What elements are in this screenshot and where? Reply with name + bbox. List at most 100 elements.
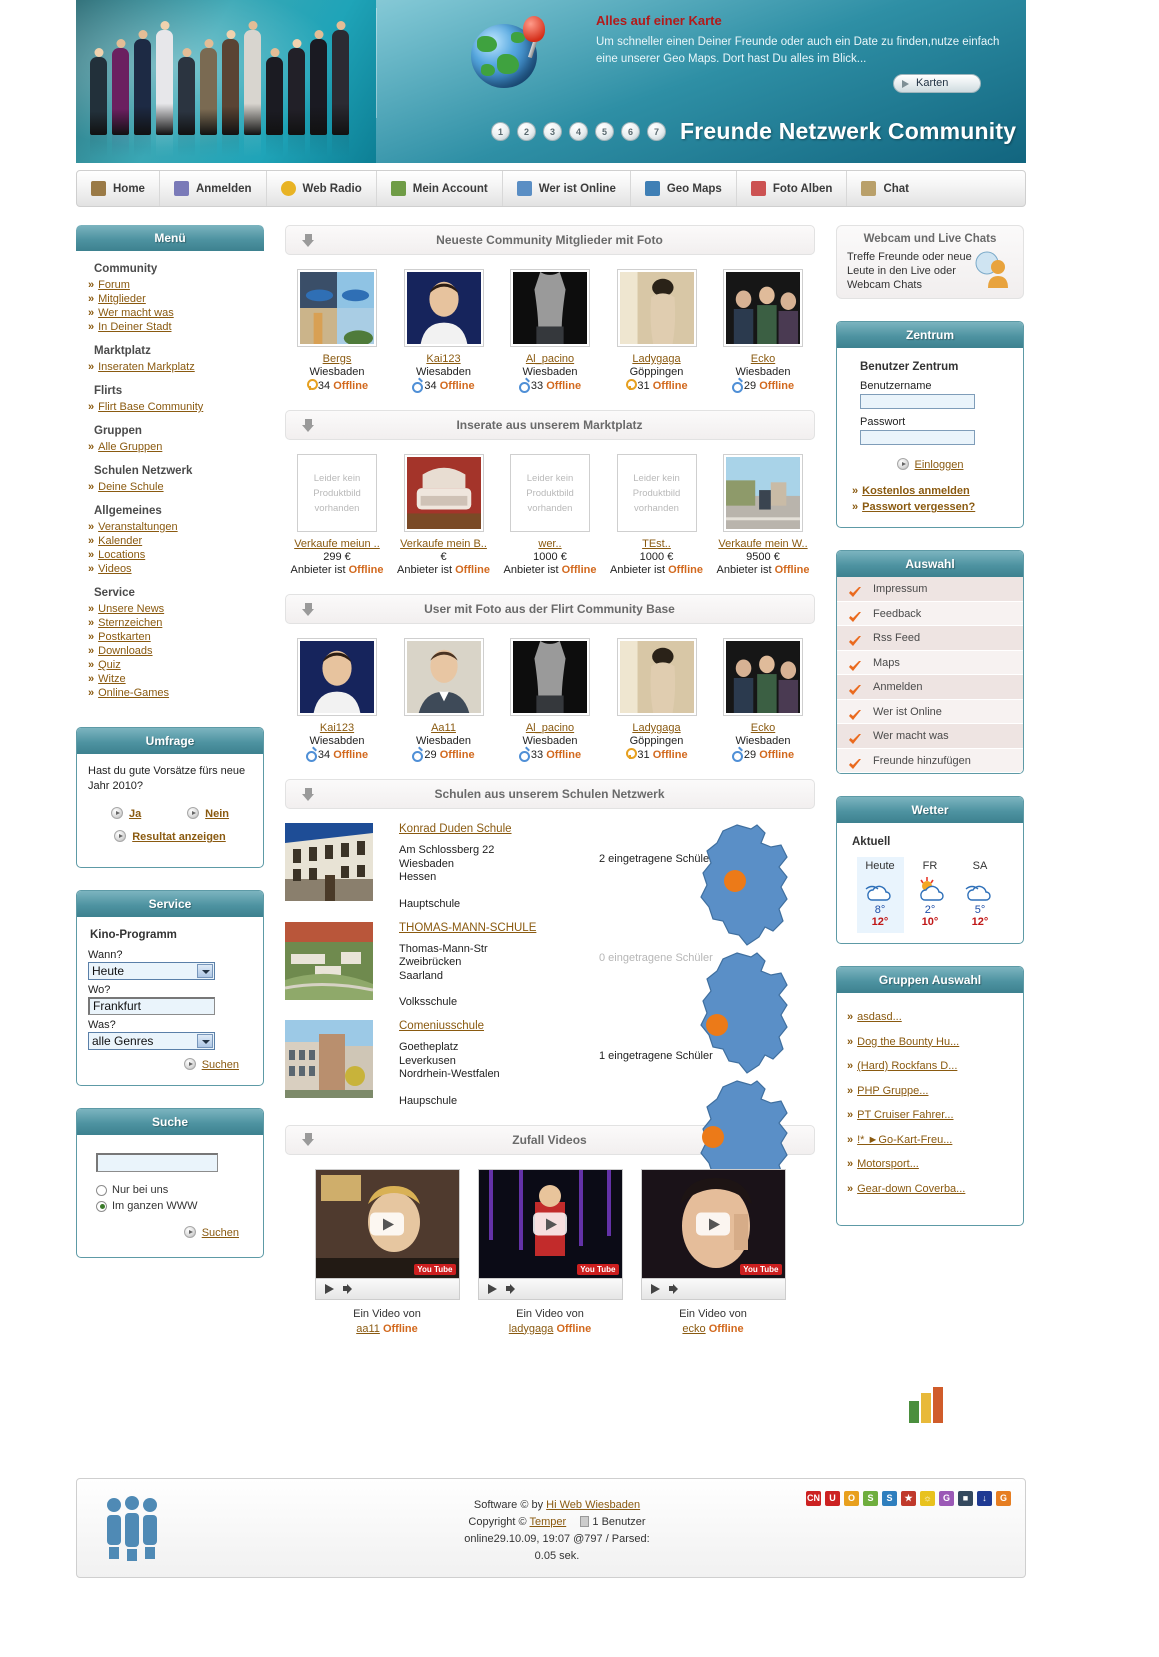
menu-item-link[interactable]: Inseraten Markplatz	[98, 361, 195, 373]
menu-item[interactable]: » Kalender	[88, 535, 260, 547]
bookmark-icon-8[interactable]: ■	[958, 1491, 973, 1506]
video-card[interactable]: You Tube Ein Video von ecko Offline	[640, 1168, 786, 1337]
service-what-select[interactable]: alle Genres	[88, 1032, 215, 1050]
member-name-link[interactable]: Aa11	[431, 722, 456, 734]
menu-item-link[interactable]: Unsere News	[98, 603, 164, 615]
bookmark-icon-6[interactable]: ☼	[920, 1491, 935, 1506]
page-dots[interactable]: 1234567	[491, 122, 673, 141]
member-card[interactable]: Al_pacino Wiesbaden 33 Offline	[500, 269, 600, 393]
market-card[interactable]: Leider kein Produktbild vorhanden TEst.. 1…	[607, 454, 707, 576]
auswahl-item[interactable]: Impressum	[837, 577, 1023, 602]
member-photo[interactable]	[510, 269, 590, 347]
menu-item-link[interactable]: Postkarten	[98, 631, 151, 643]
video-card[interactable]: You Tube Ein Video von aa11 Offline	[314, 1168, 460, 1337]
member-name-link[interactable]: Kai123	[426, 353, 460, 365]
menu-item-link[interactable]: Sternzeichen	[98, 617, 162, 629]
menu-item[interactable]: » Wer macht was	[88, 307, 260, 319]
play-button-icon[interactable]	[696, 1212, 730, 1235]
market-card[interactable]: Leider kein Produktbild vorhanden Verkauf…	[287, 454, 387, 576]
member-name[interactable]: Al_pacino	[500, 353, 600, 365]
suche-search-link[interactable]: Suchen	[202, 1227, 239, 1239]
member-card[interactable]: Bergs Wiesbaden 34 Offline	[287, 269, 387, 392]
member-name-link[interactable]: Ecko	[751, 722, 775, 734]
market-photo[interactable]	[403, 454, 484, 532]
umfrage-yes[interactable]: Ja	[110, 807, 141, 820]
footer-software-link[interactable]: Hi Web Wiesbaden	[546, 1499, 640, 1511]
video-user-link[interactable]: ladygaga	[509, 1323, 554, 1335]
umfrage-no-link[interactable]: Nein	[205, 808, 229, 820]
collapse-arrow-icon[interactable]	[302, 1133, 315, 1146]
auswahl-item[interactable]: Feedback	[837, 601, 1023, 626]
bookmark-icon-10[interactable]: G	[996, 1491, 1011, 1506]
register-link[interactable]: Kostenlos anmelden	[862, 485, 970, 497]
gruppen-item[interactable]: » Gear-down Coverba...	[847, 1183, 1019, 1195]
member-card[interactable]: Kai123 Wiesabden 34 Offline	[287, 638, 387, 762]
section-header-flirt[interactable]: User mit Foto aus der Flirt Community Ba…	[285, 594, 815, 624]
gruppen-item-link[interactable]: Dog the Bounty Hu...	[857, 1036, 959, 1048]
nav-item-foto-alben[interactable]: Foto Alben	[737, 171, 848, 206]
member-name[interactable]: Kai123	[287, 722, 387, 734]
video-controls[interactable]	[477, 1278, 623, 1300]
menu-item[interactable]: » Witze	[88, 673, 260, 685]
gruppen-item-link[interactable]: PT Cruiser Fahrer...	[857, 1109, 953, 1121]
member-photo[interactable]	[723, 638, 803, 716]
menu-item[interactable]: » Locations	[88, 549, 260, 561]
service-when-select[interactable]: Heute	[88, 962, 215, 980]
member-name-link[interactable]: Bergs	[323, 353, 352, 365]
collapse-arrow-icon[interactable]	[302, 418, 315, 432]
bookmark-icon-4[interactable]: S	[882, 1491, 897, 1506]
menu-item-link[interactable]: Witze	[98, 673, 126, 685]
member-name[interactable]: Aa11	[394, 722, 494, 734]
bookmark-icon-1[interactable]: U	[825, 1491, 840, 1506]
nav-item-chat[interactable]: Chat	[847, 171, 923, 206]
menu-item[interactable]: » Flirt Base Community	[88, 401, 260, 413]
menu-item-link[interactable]: Wer macht was	[98, 307, 174, 319]
speaker-icon[interactable]	[668, 1283, 682, 1294]
gruppen-item-link[interactable]: (Hard) Rockfans D...	[857, 1060, 957, 1072]
auswahl-item[interactable]: Maps	[837, 650, 1023, 675]
gruppen-item[interactable]: » (Hard) Rockfans D...	[847, 1060, 1019, 1072]
video-user-link[interactable]: aa11	[356, 1323, 380, 1335]
menu-item-link[interactable]: Veranstaltungen	[98, 521, 178, 533]
password-input[interactable]	[860, 430, 975, 445]
gruppen-item-link[interactable]: !* ►Go-Kart-Freu...	[857, 1134, 952, 1146]
member-photo[interactable]	[510, 638, 590, 716]
market-title-link[interactable]: wer..	[538, 538, 561, 550]
search-scope-web[interactable]: Im ganzen WWW	[96, 1200, 252, 1212]
nav-item-mein-account[interactable]: Mein Account	[377, 171, 503, 206]
bookmark-icon-7[interactable]: G	[939, 1491, 954, 1506]
member-name[interactable]: Ladygaga	[607, 722, 707, 734]
page-dot-3[interactable]: 3	[543, 122, 562, 141]
nav-item-web-radio[interactable]: Web Radio	[267, 171, 377, 206]
collapse-arrow-icon[interactable]	[302, 787, 315, 801]
gruppen-item-link[interactable]: Motorsport...	[857, 1158, 919, 1170]
gruppen-item[interactable]: » Dog the Bounty Hu...	[847, 1036, 1019, 1048]
menu-item[interactable]: » Alle Gruppen	[88, 441, 260, 453]
gruppen-item[interactable]: » PT Cruiser Fahrer...	[847, 1109, 1019, 1121]
menu-item-link[interactable]: Mitglieder	[98, 293, 146, 305]
member-card[interactable]: Ecko Wiesbaden 29 Offline	[713, 638, 813, 762]
member-photo[interactable]	[616, 269, 697, 347]
member-photo[interactable]	[297, 638, 377, 716]
menu-item[interactable]: » Videos	[88, 563, 260, 575]
menu-item-link[interactable]: Online-Games	[98, 687, 169, 699]
auswahl-item[interactable]: Anmelden	[837, 675, 1023, 700]
register-row[interactable]: » Kostenlos anmelden	[852, 485, 1012, 497]
menu-item[interactable]: » In Deiner Stadt	[88, 321, 260, 333]
auswahl-item[interactable]: Freunde hinzufügen	[837, 748, 1023, 773]
forgot-password-link[interactable]: Passwort vergessen?	[862, 501, 975, 513]
auswahl-item[interactable]: Wer macht was	[837, 724, 1023, 749]
service-where-input[interactable]: Frankfurt	[88, 997, 215, 1015]
member-name[interactable]: Ecko	[713, 722, 813, 734]
menu-item-link[interactable]: Quiz	[98, 659, 121, 671]
page-dot-6[interactable]: 6	[621, 122, 640, 141]
video-controls[interactable]	[314, 1278, 460, 1300]
page-dot-5[interactable]: 5	[595, 122, 614, 141]
bookmark-icon-5[interactable]: ★	[901, 1491, 916, 1506]
umfrage-no[interactable]: Nein	[187, 807, 229, 820]
search-scope-local[interactable]: Nur bei uns	[96, 1184, 252, 1196]
auswahl-item[interactable]: Wer ist Online	[837, 699, 1023, 724]
menu-item-link[interactable]: Deine Schule	[98, 481, 163, 493]
member-name[interactable]: Al_pacino	[500, 722, 600, 734]
collapse-arrow-icon[interactable]	[302, 233, 315, 247]
